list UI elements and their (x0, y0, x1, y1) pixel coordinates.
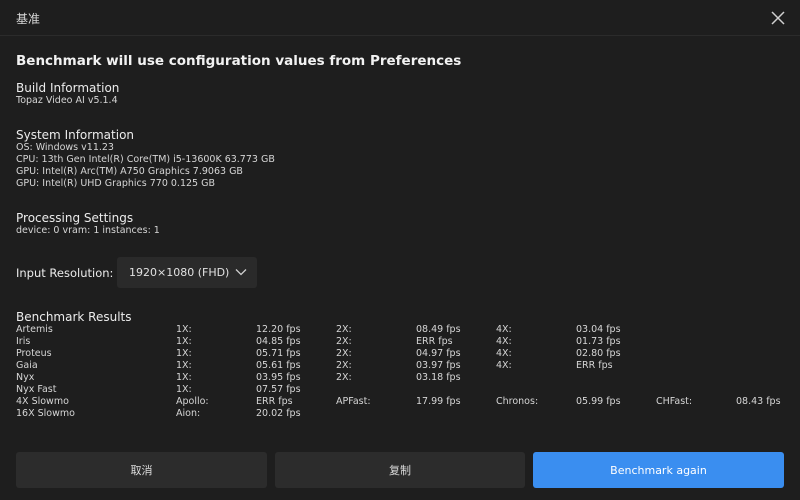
scale-label-cell: 4X: (496, 324, 512, 335)
scale-label-cell: 4X: (496, 336, 512, 347)
build-info-line: Topaz Video AI v5.1.4 (16, 95, 118, 106)
fps-value-cell: 04.85 fps (256, 336, 301, 347)
page-title: Benchmark will use configuration values … (16, 53, 462, 69)
scale-label-cell: 1X: (176, 336, 192, 347)
scale-label-cell: 1X: (176, 360, 192, 371)
system-gpu2-line: GPU: Intel(R) UHD Graphics 770 0.125 GB (16, 178, 215, 189)
chevron-down-icon (235, 269, 247, 276)
fps-value-cell: 03.18 fps (416, 372, 461, 383)
fps-value-cell: ERR fps (576, 360, 613, 371)
processing-settings-title: Processing Settings (16, 211, 134, 225)
table-row: Artemis 1X: 12.20 fps 2X: 08.49 fps 4X: 03.04 … (16, 324, 786, 336)
close-button[interactable] (766, 6, 790, 30)
fps-value-cell: 05.71 fps (256, 348, 301, 359)
copy-button[interactable]: 复制 (275, 452, 525, 488)
scale-label-cell: CHFast: (656, 396, 693, 407)
cancel-button[interactable]: 取消 (16, 452, 267, 488)
build-info-title: Build Information (16, 81, 120, 95)
model-name-cell: 4X Slowmo (16, 396, 69, 407)
model-name-cell: Nyx (16, 372, 35, 383)
fps-value-cell: 07.57 fps (256, 384, 301, 395)
scale-label-cell: 2X: (336, 324, 352, 335)
table-row: Iris 1X: 04.85 fps 2X: ERR fps 4X: 01.73 fps (16, 336, 786, 348)
model-name-cell: 16X Slowmo (16, 408, 75, 419)
scale-label-cell: APFast: (336, 396, 371, 407)
window-title: 基准 (16, 12, 41, 26)
benchmark-again-button[interactable]: Benchmark again (533, 452, 784, 488)
system-gpu-line: GPU: Intel(R) Arc(TM) A750 Graphics 7.90… (16, 166, 243, 177)
table-row: 16X Slowmo Aion: 20.02 fps (16, 408, 786, 420)
input-resolution-select[interactable]: 1920×1080 (FHD) (117, 257, 257, 288)
close-icon (771, 11, 785, 25)
table-row: Proteus 1X: 05.71 fps 2X: 04.97 fps 4X: 02.80 … (16, 348, 786, 360)
scale-label-cell: 1X: (176, 384, 192, 395)
scale-label-cell: 1X: (176, 348, 192, 359)
fps-value-cell: ERR fps (256, 396, 293, 407)
fps-value-cell: 03.04 fps (576, 324, 621, 335)
fps-value-cell: 04.97 fps (416, 348, 461, 359)
table-row: Nyx Fast 1X: 07.57 fps (16, 384, 786, 396)
model-name-cell: Gaia (16, 360, 38, 371)
fps-value-cell: 12.20 fps (256, 324, 301, 335)
scale-label-cell: 1X: (176, 324, 192, 335)
model-name-cell: Iris (16, 336, 31, 347)
scale-label-cell: 4X: (496, 360, 512, 371)
scale-label-cell: 2X: (336, 348, 352, 359)
scale-label-cell: 2X: (336, 336, 352, 347)
scale-label-cell: Chronos: (496, 396, 539, 407)
scale-label-cell: 4X: (496, 348, 512, 359)
system-os-line: OS: Windows v11.23 (16, 142, 114, 153)
input-resolution-value: 1920×1080 (FHD) (129, 266, 230, 279)
fps-value-cell: 20.02 fps (256, 408, 301, 419)
table-row: Nyx 1X: 03.95 fps 2X: 03.18 fps (16, 372, 786, 384)
scale-label-cell: 2X: (336, 360, 352, 371)
fps-value-cell: 03.95 fps (256, 372, 301, 383)
fps-value-cell: 05.99 fps (576, 396, 621, 407)
model-name-cell: Proteus (16, 348, 52, 359)
system-info-title: System Information (16, 128, 135, 142)
system-cpu-line: CPU: 13th Gen Intel(R) Core(TM) i5-13600… (16, 154, 275, 165)
title-bar: 基准 (0, 0, 800, 36)
model-name-cell: Artemis (16, 324, 53, 335)
model-name-cell: Nyx Fast (16, 384, 57, 395)
fps-value-cell: ERR fps (416, 336, 453, 347)
fps-value-cell: 05.61 fps (256, 360, 301, 371)
fps-value-cell: 02.80 fps (576, 348, 621, 359)
benchmark-results-title: Benchmark Results (16, 310, 132, 324)
scale-label-cell: 1X: (176, 372, 192, 383)
fps-value-cell: 08.49 fps (416, 324, 461, 335)
fps-value-cell: 01.73 fps (576, 336, 621, 347)
fps-value-cell: 03.97 fps (416, 360, 461, 371)
table-row: 4X Slowmo Apollo: ERR fps APFast: 17.99 fps C… (16, 396, 786, 408)
input-resolution-label: Input Resolution: (16, 266, 114, 280)
table-row: Gaia 1X: 05.61 fps 2X: 03.97 fps 4X: ERR fps (16, 360, 786, 372)
processing-settings-line: device: 0 vram: 1 instances: 1 (16, 225, 160, 236)
scale-label-cell: 2X: (336, 372, 352, 383)
scale-label-cell: Apollo: (176, 396, 209, 407)
fps-value-cell: 08.43 fps (736, 396, 781, 407)
scale-label-cell: Aion: (176, 408, 201, 419)
fps-value-cell: 17.99 fps (416, 396, 461, 407)
